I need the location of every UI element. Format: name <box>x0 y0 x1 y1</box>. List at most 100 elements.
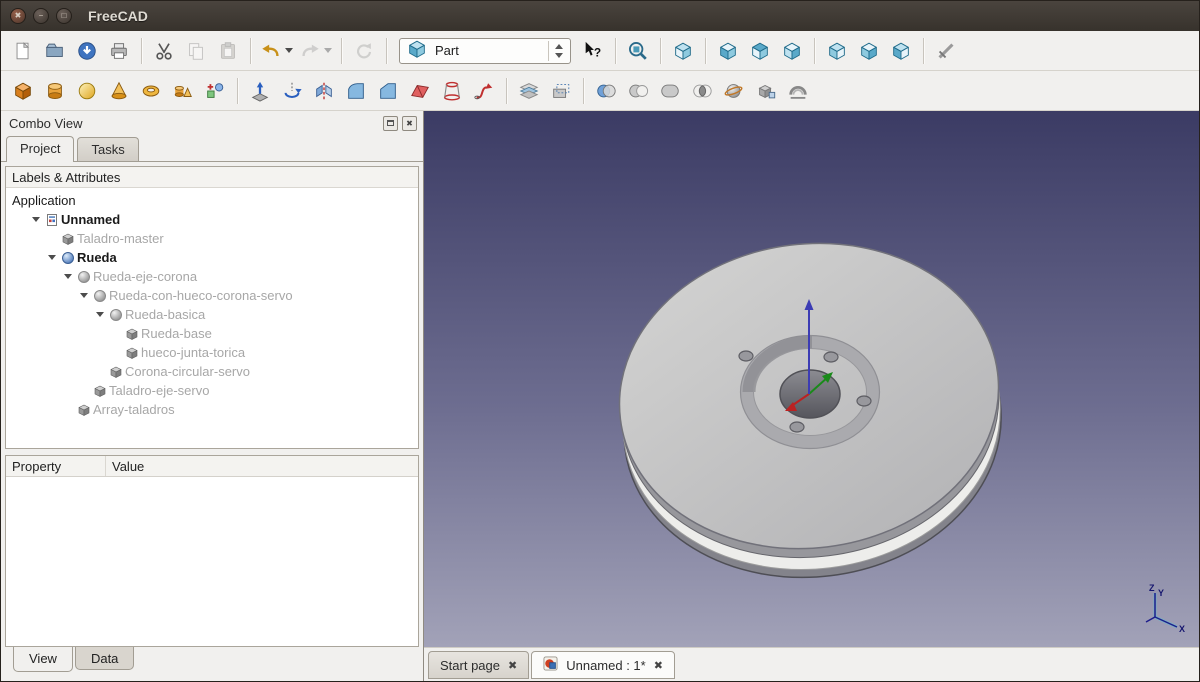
doc-tab-unnamed-1[interactable]: Unnamed : 1*✖ <box>531 651 675 679</box>
part-cut-button[interactable] <box>622 76 654 106</box>
part-cross-sections-button[interactable] <box>513 76 545 106</box>
open-icon <box>44 40 66 62</box>
section-icon <box>723 80 745 102</box>
tree-item-label: Taladro-eje-servo <box>109 383 209 398</box>
undo-dropdown-caret[interactable] <box>285 48 293 53</box>
bottom-view-button[interactable] <box>853 36 885 66</box>
part-cylinder-button[interactable] <box>39 76 71 106</box>
save-document-button[interactable] <box>71 36 103 66</box>
right-view-button[interactable] <box>776 36 808 66</box>
close-tab-icon[interactable]: ✖ <box>654 659 663 672</box>
tree-item-array-taladros[interactable]: Array-taladros <box>6 400 418 419</box>
prims-icon <box>172 80 194 102</box>
workbench-selector[interactable]: Part <box>399 38 571 64</box>
undo-button[interactable] <box>257 36 296 66</box>
chamfer-icon <box>377 80 399 102</box>
part-loft-button[interactable] <box>436 76 468 106</box>
whats-this-button[interactable]: ? <box>577 36 609 66</box>
tree-item-taladro-master[interactable]: Taladro-master <box>6 229 418 248</box>
part-mirror-button[interactable] <box>308 76 340 106</box>
tree-item-taladro-eje-servo[interactable]: Taladro-eje-servo <box>6 381 418 400</box>
tree-item-application[interactable]: Application <box>6 191 418 210</box>
tab-project[interactable]: Project <box>6 136 74 162</box>
part-chamfer-button[interactable] <box>372 76 404 106</box>
cube-icon <box>123 327 141 341</box>
cube-icon <box>107 365 125 379</box>
tree-item-rueda-con-hueco-corona-servo[interactable]: Rueda-con-hueco-corona-servo <box>6 286 418 305</box>
tree-item-label: Rueda <box>77 250 117 265</box>
tree-item-label: Rueda-base <box>141 326 212 341</box>
toolbar-standard: Part? <box>1 31 1199 71</box>
tree-item-rueda-base[interactable]: Rueda-base <box>6 324 418 343</box>
float-panel-button[interactable] <box>383 116 398 131</box>
workbench-spinner[interactable] <box>548 41 568 61</box>
part-section-button[interactable] <box>718 76 750 106</box>
part-sweep-button[interactable] <box>468 76 500 106</box>
part-sphere-button[interactable] <box>71 76 103 106</box>
tab-view[interactable]: View <box>13 647 73 672</box>
paste-button <box>212 36 244 66</box>
tree-item-rueda[interactable]: Rueda <box>6 248 418 267</box>
paste-icon <box>217 40 239 62</box>
close-panel-button[interactable]: ✖ <box>402 116 417 131</box>
fit-all-button[interactable] <box>622 36 654 66</box>
new-document-button[interactable] <box>7 36 39 66</box>
part-offset-button[interactable] <box>545 76 577 106</box>
front-view-button[interactable] <box>712 36 744 66</box>
print-button[interactable] <box>103 36 135 66</box>
part-thickness-button[interactable] <box>782 76 814 106</box>
psph-icon <box>76 80 98 102</box>
expander-icon[interactable] <box>28 217 43 222</box>
axonometric-view-button[interactable] <box>667 36 699 66</box>
part-compound-button[interactable] <box>750 76 782 106</box>
pbox-icon <box>12 80 34 102</box>
top-view-button[interactable] <box>744 36 776 66</box>
left-view-button[interactable] <box>885 36 917 66</box>
property-view-tabs: ViewData <box>5 647 419 677</box>
rear-view-button[interactable] <box>821 36 853 66</box>
doc-icon <box>43 213 61 227</box>
tab-tasks[interactable]: Tasks <box>77 137 138 161</box>
close-button[interactable]: ✖ <box>10 8 26 24</box>
part-ruled-surface-button[interactable] <box>404 76 436 106</box>
3d-viewport[interactable]: Z Y X <box>424 111 1199 647</box>
toolbar-separator <box>814 38 815 64</box>
part-create-primitives-button[interactable] <box>167 76 199 106</box>
tree-item-label: Array-taladros <box>93 402 175 417</box>
maximize-button[interactable]: □ <box>56 8 72 24</box>
part-intersection-button[interactable] <box>686 76 718 106</box>
part-boolean-button[interactable] <box>590 76 622 106</box>
doc-tab-start-page[interactable]: Start page✖ <box>428 651 529 679</box>
fitall-icon <box>627 40 649 62</box>
part-shape-builder-button[interactable] <box>199 76 231 106</box>
part-fillet-button[interactable] <box>340 76 372 106</box>
window-title: FreeCAD <box>88 8 148 24</box>
expander-icon[interactable] <box>44 255 59 260</box>
measure-distance-button[interactable] <box>930 36 962 66</box>
part-cone-button[interactable] <box>103 76 135 106</box>
combo-view-panel: Combo View ✖ ProjectTasks Labels & Attri… <box>1 111 424 681</box>
open-document-button[interactable] <box>39 36 71 66</box>
tree-item-rueda-eje-corona[interactable]: Rueda-eje-corona <box>6 267 418 286</box>
part-box-button[interactable] <box>7 76 39 106</box>
tab-data[interactable]: Data <box>75 647 134 670</box>
loft-icon <box>441 80 463 102</box>
close-tab-icon[interactable]: ✖ <box>508 659 517 672</box>
part-revolve-button[interactable] <box>276 76 308 106</box>
measure-icon <box>935 40 957 62</box>
expander-icon[interactable] <box>60 274 75 279</box>
tree-item-unnamed[interactable]: Unnamed <box>6 210 418 229</box>
tree-item-corona-circular-servo[interactable]: Corona-circular-servo <box>6 362 418 381</box>
expander-icon[interactable] <box>92 312 107 317</box>
part-torus-button[interactable] <box>135 76 167 106</box>
sphg-icon <box>107 308 125 322</box>
sweep-icon <box>473 80 495 102</box>
tree-item-rueda-basica[interactable]: Rueda-basica <box>6 305 418 324</box>
cut-button[interactable] <box>148 36 180 66</box>
part-union-button[interactable] <box>654 76 686 106</box>
tree-item-hueco-junta-torica[interactable]: hueco-junta-torica <box>6 343 418 362</box>
minimize-button[interactable]: − <box>33 8 49 24</box>
expander-icon[interactable] <box>76 293 91 298</box>
part-extrude-button[interactable] <box>244 76 276 106</box>
toolbar-separator <box>386 38 387 64</box>
